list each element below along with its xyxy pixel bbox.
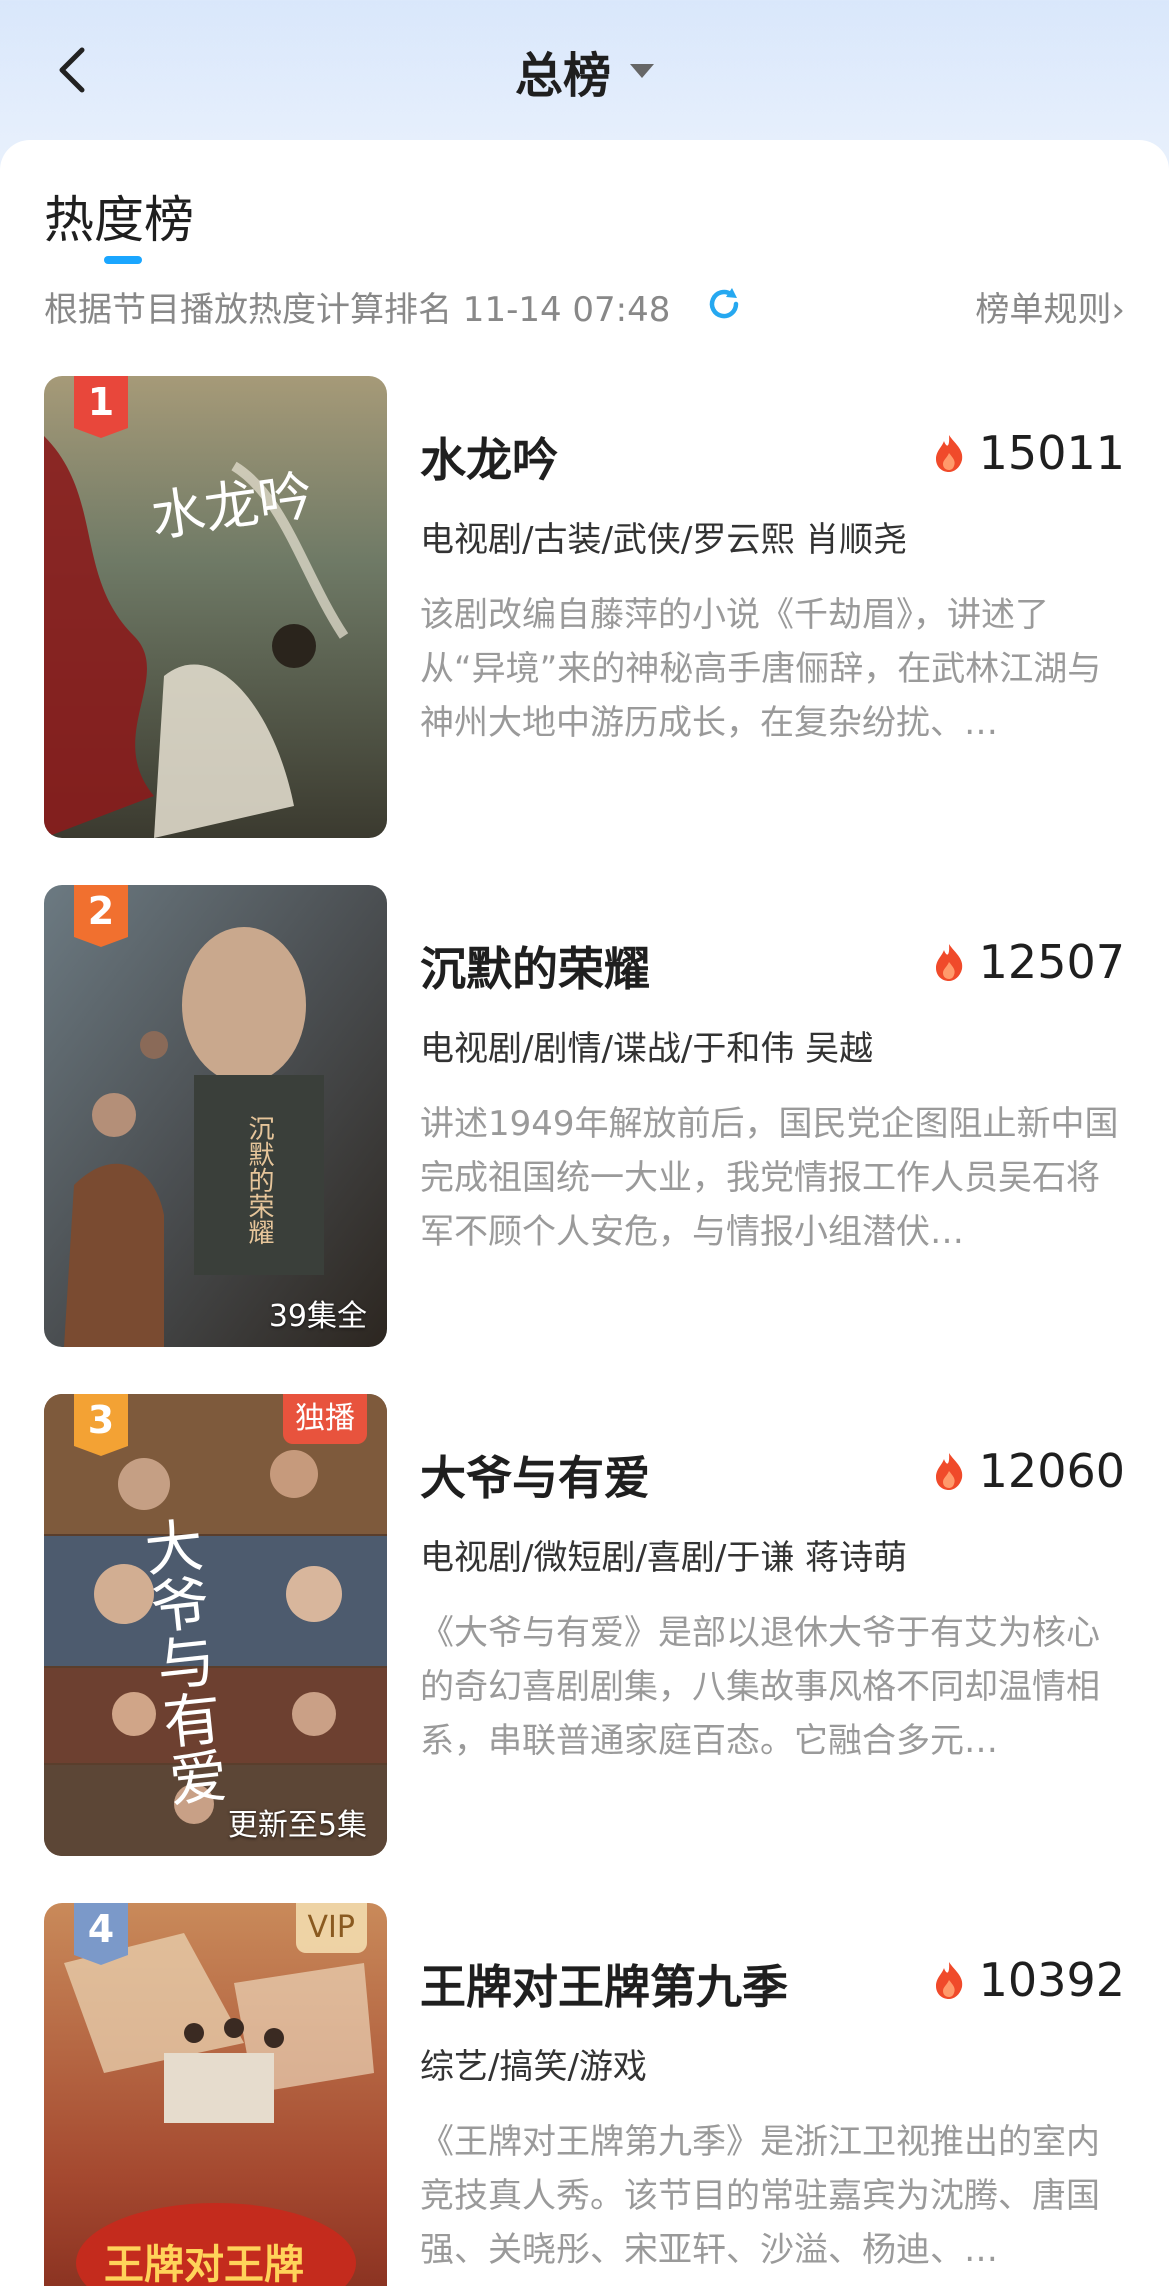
ranking-rules-link[interactable]: 榜单规则›	[975, 282, 1125, 331]
heat-value: 10392	[978, 1953, 1125, 2007]
show-meta: 综艺/搞笑/游戏	[420, 2047, 647, 2087]
ranking-item[interactable]: 王牌对王牌 VIP 4 王牌对王牌第九季 10392 综艺/搞笑/游戏 《王牌对…	[44, 1903, 1125, 2286]
poster-image: 沉默的荣耀 39集全	[44, 885, 387, 1347]
heat-score: 12507	[932, 935, 1125, 991]
poster-title-text: 王牌对王牌	[104, 2242, 304, 2286]
ranking-item[interactable]: 大爷与有爱 独播 更新至5集 3 大爷与有爱 12060 电视剧/微短剧/喜剧/…	[44, 1394, 1125, 1856]
ranking-item[interactable]: 水龙吟 1 水龙吟 15011 电视剧/古装/武侠/罗云熙 肖顺尧 该剧改编自藤…	[44, 376, 1125, 838]
title-dropdown[interactable]: 总榜	[0, 36, 1169, 106]
item-info: 水龙吟 15011 电视剧/古装/武侠/罗云熙 肖顺尧 该剧改编自藤萍的小说《千…	[420, 376, 1125, 838]
heat-value: 12060	[978, 1444, 1125, 1498]
poster-title-text: 沉默的荣耀	[244, 1115, 274, 1245]
rank-number: 2	[87, 889, 115, 933]
flame-icon	[935, 1453, 962, 1490]
item-info: 王牌对王牌第九季 10392 综艺/搞笑/游戏 《王牌对王牌第九季》是浙江卫视推…	[420, 1903, 1125, 2286]
show-meta: 电视剧/古装/武侠/罗云熙 肖顺尧	[420, 520, 908, 560]
show-meta: 电视剧/微短剧/喜剧/于谦 蒋诗萌	[420, 1538, 908, 1578]
flame-icon	[935, 1962, 962, 1999]
show-description: 该剧改编自藤萍的小说《千劫眉》，讲述了从“异境”来的神秘高手唐俪辞，在武林江湖与…	[420, 595, 1102, 743]
ranking-subheader: 根据节目播放热度计算排名 11-14 07:48 榜单规则›	[44, 282, 1125, 332]
page-title: 总榜	[514, 48, 611, 104]
heat-value: 12507	[978, 935, 1125, 989]
rank-badge: 1	[74, 376, 128, 438]
caret-down-icon	[630, 64, 655, 78]
heat-score: 15011	[932, 426, 1125, 482]
rank-number: 1	[87, 380, 115, 424]
heat-score: 10392	[932, 1953, 1125, 2009]
show-description: 《王牌对王牌第九季》是浙江卫视推出的室内竞技真人秀。该节目的常驻嘉宾为沈腾、唐国…	[420, 2122, 1100, 2270]
flame-icon	[935, 944, 962, 981]
ranking-description: 根据节目播放热度计算排名 11-14 07:48	[44, 290, 671, 330]
item-info: 大爷与有爱 12060 电视剧/微短剧/喜剧/于谦 蒋诗萌 《大爷与有爱》是部以…	[420, 1394, 1125, 1856]
rank-number: 3	[87, 1398, 115, 1442]
rank-number: 4	[87, 1907, 115, 1951]
rank-badge: 2	[74, 885, 128, 947]
heat-value: 15011	[978, 426, 1125, 480]
vip-tag: VIP	[295, 1903, 367, 1953]
show-title[interactable]: 大爷与有爱	[420, 1442, 650, 1508]
exclusive-tag: 独播	[283, 1394, 367, 1444]
show-title[interactable]: 王牌对王牌第九季	[420, 1951, 788, 2017]
show-meta: 电视剧/剧情/谍战/于和伟 吴越	[420, 1029, 874, 1069]
rank-badge: 3	[74, 1394, 128, 1456]
tab-underline	[104, 256, 142, 264]
item-info: 沉默的荣耀 12507 电视剧/剧情/谍战/于和伟 吴越 讲述1949年解放前后…	[420, 885, 1125, 1347]
ranking-item[interactable]: 沉默的荣耀 39集全 2 沉默的荣耀 12507 电视剧/剧情/谍战/于和伟 吴…	[44, 885, 1125, 1347]
tab-hot-ranking[interactable]: 热度榜	[44, 180, 194, 252]
refresh-icon[interactable]	[704, 284, 744, 324]
top-bar: 总榜	[0, 0, 1169, 140]
rank-badge: 4	[74, 1903, 128, 1965]
show-description: 讲述1949年解放前后，国民党企图阻止新中国完成祖国统一大业，我党情报工作人员吴…	[420, 1104, 1119, 1252]
poster-image: 大爷与有爱 独播 更新至5集	[44, 1394, 387, 1856]
episode-count: 更新至5集	[227, 1808, 367, 1843]
poster-image: 水龙吟	[44, 376, 387, 838]
show-title[interactable]: 沉默的荣耀	[420, 933, 650, 999]
ranking-card: 热度榜 根据节目播放热度计算排名 11-14 07:48 榜单规则› 水龙吟 1…	[0, 140, 1169, 2286]
show-title[interactable]: 水龙吟	[420, 424, 558, 490]
show-description: 《大爷与有爱》是部以退休大爷于有艾为核心的奇幻喜剧剧集，八集故事风格不同却温情相…	[420, 1613, 1100, 1761]
flame-icon	[935, 435, 962, 472]
heat-score: 12060	[932, 1444, 1125, 1500]
episode-count: 39集全	[268, 1299, 367, 1334]
